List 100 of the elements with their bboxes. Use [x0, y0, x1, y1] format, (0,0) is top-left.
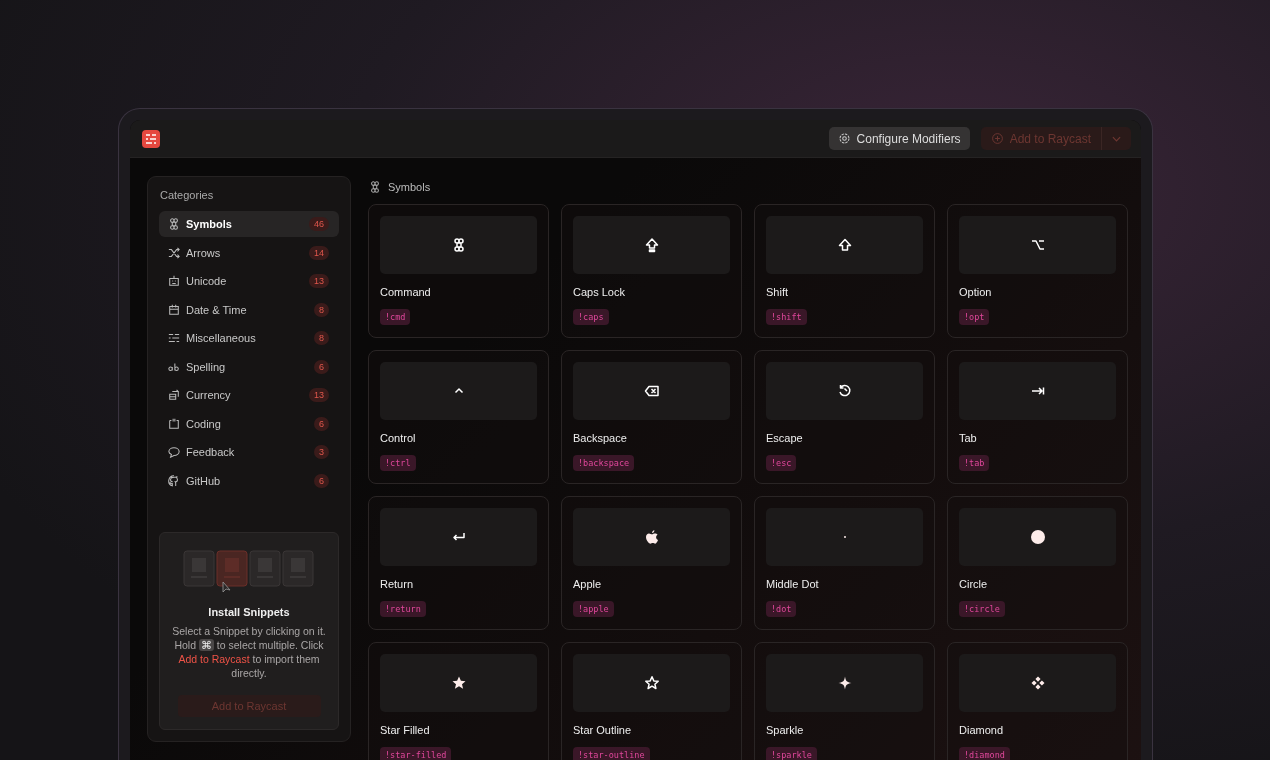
- snippet-name: Sparkle: [766, 724, 805, 736]
- shift-icon: [836, 237, 853, 253]
- snippet-card[interactable]: Star Filled !star-filled: [368, 642, 549, 760]
- keyword-tag: !ctrl: [380, 455, 416, 471]
- keyword-tag: !opt: [959, 309, 990, 325]
- command-icon: [168, 218, 180, 230]
- snippet-name: Middle Dot: [766, 578, 820, 590]
- snippet-card[interactable]: Return !return: [368, 496, 549, 630]
- item-label: GitHub: [186, 474, 222, 487]
- item-label: Coding: [186, 417, 222, 430]
- keyword-tag: !esc: [766, 455, 797, 471]
- command-icon: [369, 181, 381, 193]
- item-label: Spelling: [186, 360, 227, 373]
- plus-circle-icon: [990, 132, 1004, 145]
- keyword-tag: !star-filled: [380, 747, 452, 760]
- snippet-name: Diamond: [959, 724, 1005, 736]
- item-label: Symbols: [186, 218, 233, 230]
- item-label: Date & Time: [186, 303, 248, 316]
- snippet-name: Circle: [959, 578, 989, 590]
- snippet-card[interactable]: Tab !tab: [947, 350, 1128, 484]
- snippet-name: Star Filled: [380, 724, 431, 736]
- keyword-tag: !sparkle: [766, 747, 817, 760]
- item-label: Miscellaneous: [186, 332, 257, 344]
- count-badge: 6: [314, 416, 329, 431]
- keyword-tag: !return: [380, 601, 426, 617]
- snippet-name: Shift: [766, 286, 789, 298]
- count-badge: 3: [314, 445, 329, 459]
- snippet-name: Apple: [573, 578, 603, 590]
- caps-lock-icon: [643, 237, 660, 253]
- snippet-name: Return: [380, 578, 415, 590]
- snippet-card[interactable]: Circle !circle: [947, 496, 1128, 630]
- install-title: Install Snippets: [208, 606, 290, 618]
- snippet-card[interactable]: Star Outline !star-outline: [561, 642, 742, 760]
- keyword-tag: !diamond: [959, 747, 1010, 760]
- section-heading: Symbols: [388, 181, 431, 193]
- snippet-name: Star Outline: [573, 724, 633, 736]
- keyword-tag: !star-outline: [573, 747, 650, 760]
- snippet-card[interactable]: Sparkle !sparkle: [754, 642, 935, 760]
- sidebar-item[interactable]: Feedback 3: [159, 439, 339, 465]
- item-label: Feedback: [186, 446, 236, 458]
- keyword-tag: !cmd: [380, 309, 411, 325]
- sidebar-item[interactable]: GitHub 6: [159, 467, 339, 494]
- snippet-card[interactable]: Escape !esc: [754, 350, 935, 484]
- snippet-name: Escape: [766, 432, 804, 444]
- sidebar-item[interactable]: Coding 6: [159, 410, 339, 437]
- install-description: Select a Snippet by clicking on it. Hold ⌘ to select multiple. Click Add to Raycast to import them directly.: [171, 624, 327, 680]
- circle-icon: [1029, 529, 1046, 545]
- robot-icon: [168, 275, 180, 287]
- item-label: Arrows: [186, 246, 222, 259]
- snippet-card[interactable]: Command !cmd: [368, 204, 549, 338]
- item-label: Unicode: [186, 275, 228, 287]
- snippet-card[interactable]: Control !ctrl: [368, 350, 549, 484]
- count-badge: 6: [314, 359, 329, 374]
- snippet-name: Option: [959, 286, 993, 298]
- sidebar-item[interactable]: Arrows 14: [159, 239, 339, 266]
- count-badge: 46: [309, 217, 329, 231]
- snippet-card[interactable]: Option !opt: [947, 204, 1128, 338]
- backspace-icon: [643, 383, 660, 399]
- keyword-tag: !shift: [766, 309, 807, 325]
- shuffle-icon: [168, 246, 180, 259]
- snippet-name: Control: [380, 432, 417, 444]
- chevron-down-icon: [1112, 135, 1121, 142]
- star-icon: [450, 675, 467, 691]
- item-label: Currency: [186, 389, 232, 401]
- count-badge: 6: [314, 473, 329, 488]
- sidebar-item[interactable]: Symbols 46: [159, 211, 339, 237]
- gear-icon: [837, 132, 851, 145]
- snippet-name: Tab: [959, 432, 978, 444]
- keyword-tag: !apple: [573, 601, 614, 617]
- star-outline-icon: [643, 675, 660, 691]
- configure-modifiers-button[interactable]: Configure Modifiers: [828, 127, 970, 150]
- sidebar-item[interactable]: Unicode 13: [159, 268, 339, 294]
- keyword-tag: !dot: [766, 601, 797, 617]
- sidebar-title: Categories: [159, 188, 215, 203]
- count-badge: 8: [314, 331, 329, 345]
- escape-icon: [836, 383, 853, 399]
- snippet-card[interactable]: Diamond !diamond: [947, 642, 1128, 760]
- count-badge: 13: [309, 388, 329, 402]
- key-cap: ⌘: [198, 639, 214, 651]
- diamond-icon: [1029, 675, 1046, 691]
- option-icon: [1029, 237, 1046, 253]
- snippet-name: Command: [380, 286, 432, 298]
- add-to-raycast-link[interactable]: Add to Raycast: [178, 653, 250, 665]
- sidebar-item[interactable]: Spelling 6: [159, 353, 339, 380]
- keyword-tag: !circle: [959, 601, 1005, 617]
- sidebar-item[interactable]: Date & Time 8: [159, 296, 339, 323]
- keyword-tag: !tab: [959, 455, 990, 471]
- keyword-tag: !caps: [573, 309, 609, 325]
- keyword-tag: !backspace: [573, 455, 635, 471]
- snippet-card[interactable]: Caps Lock !caps: [561, 204, 742, 338]
- sliders-icon: [168, 332, 180, 344]
- snippet-card[interactable]: Middle Dot !dot: [754, 496, 935, 630]
- snippet-card[interactable]: Backspace !backspace: [561, 350, 742, 484]
- snippet-card[interactable]: Shift !shift: [754, 204, 935, 338]
- snippet-name: Backspace: [573, 432, 628, 444]
- snippet-card[interactable]: Apple !apple: [561, 496, 742, 630]
- sidebar-item[interactable]: Miscellaneous 8: [159, 325, 339, 351]
- apple-icon: [643, 529, 660, 545]
- count-badge: 8: [314, 302, 329, 317]
- sidebar-item[interactable]: Currency 13: [159, 382, 339, 408]
